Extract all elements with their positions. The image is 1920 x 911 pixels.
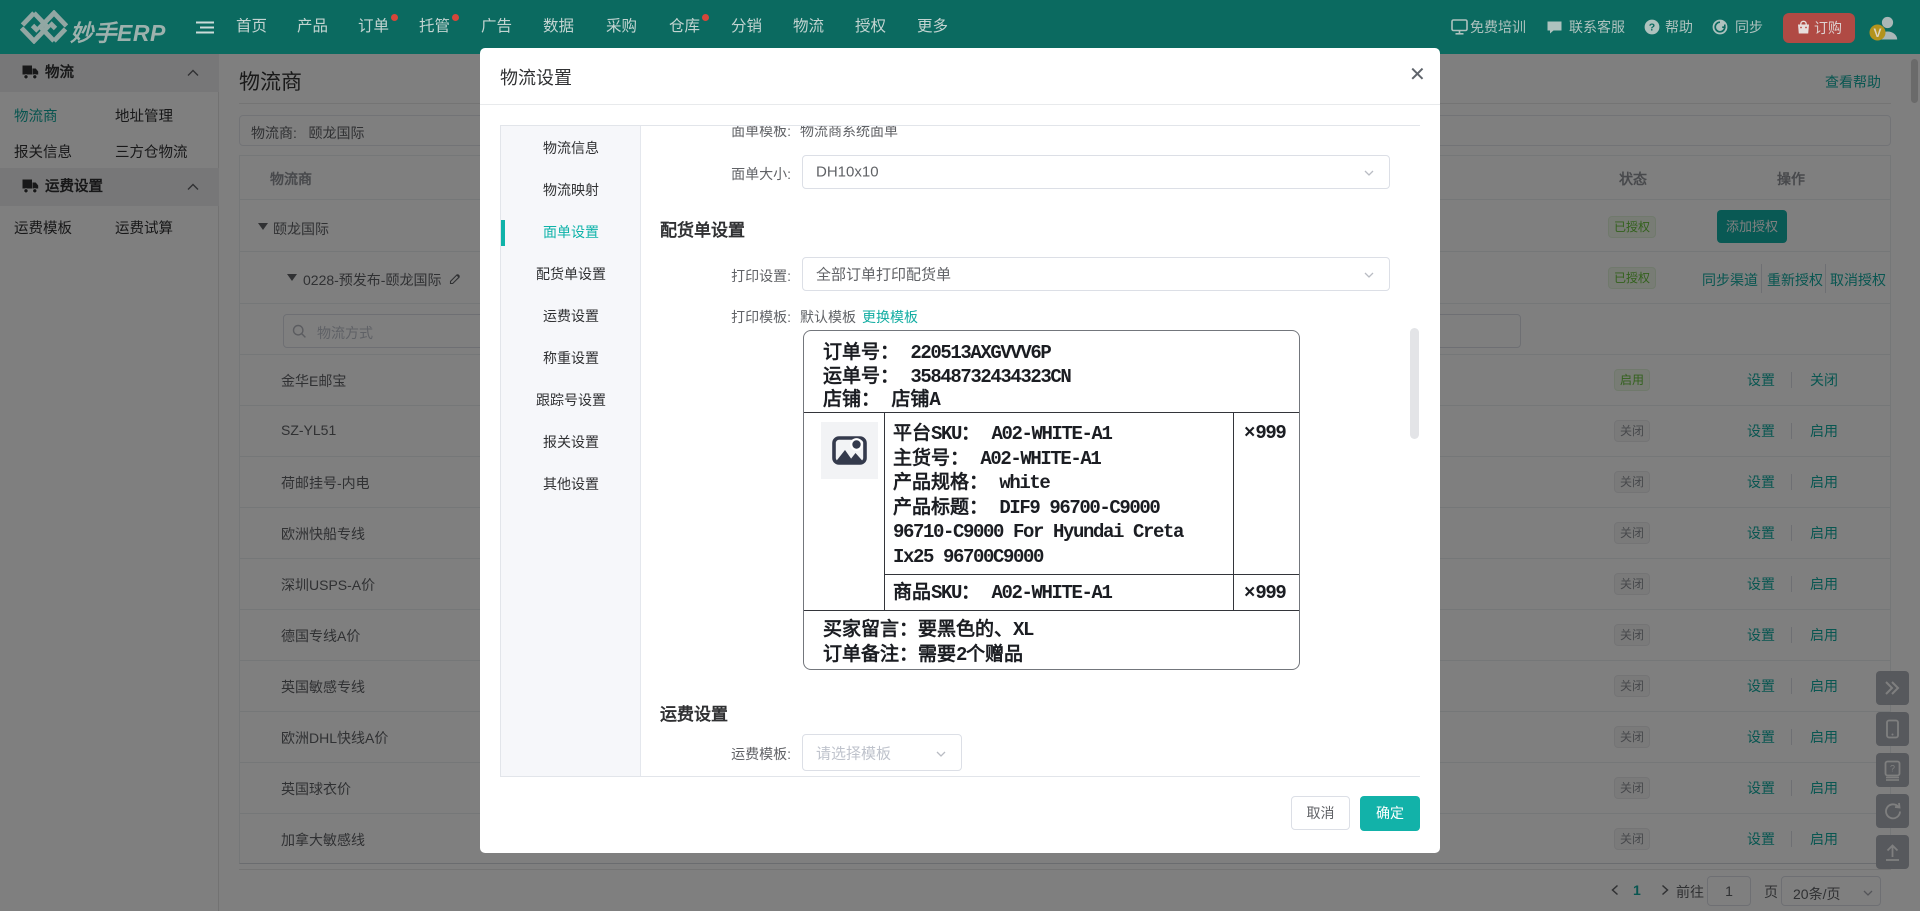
svg-text:?: ? xyxy=(1649,22,1655,34)
svg-text:V: V xyxy=(1873,26,1881,40)
